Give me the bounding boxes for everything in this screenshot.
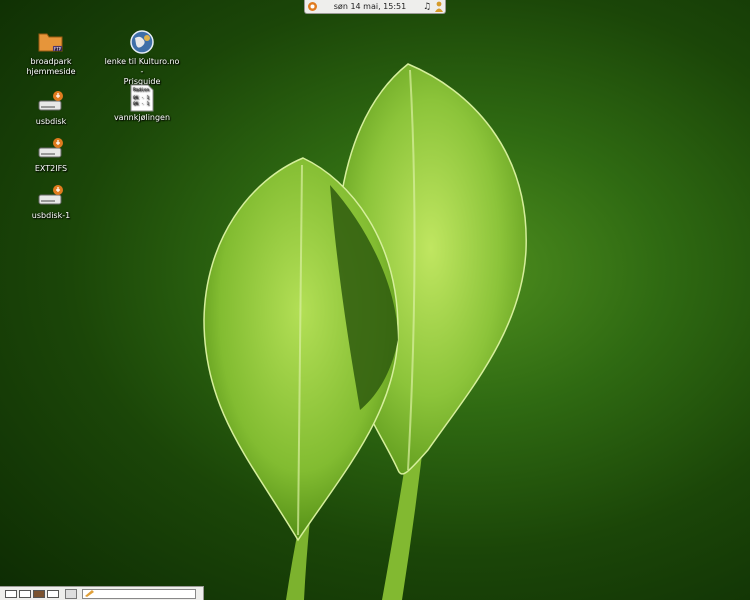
doc-line-2: 0K - 1	[133, 95, 150, 101]
taskbar-launcher[interactable]	[82, 588, 196, 599]
desktop-icon-vannkjolingen[interactable]: Radien 0K - 1 0K - 1 vannkjølingen	[102, 84, 182, 123]
ubuntu-logo-icon[interactable]	[305, 0, 319, 13]
desktop-icon-label: broadpark hjemmeside	[26, 57, 76, 76]
removable-drive-icon	[37, 135, 65, 163]
music-note-icon[interactable]: ♫	[421, 0, 433, 13]
doc-line-1: Radien	[133, 87, 150, 93]
desktop-icon-broadpark[interactable]: FTP broadpark hjemmeside	[11, 28, 91, 77]
desktop-icon-usbdisk[interactable]: usbdisk	[11, 88, 91, 127]
desktop-icon-label: EXT2IFS	[34, 164, 68, 173]
ftp-folder-icon: FTP	[37, 28, 65, 56]
removable-drive-icon	[37, 88, 65, 116]
desktop-icon-label: lenke til Kulturo.no - Prisguide	[104, 57, 180, 86]
removable-drive-icon	[37, 182, 65, 210]
doc-line-3: 0K - 1	[133, 101, 150, 107]
panel-clock[interactable]: søn 14 mai, 15:51	[319, 2, 421, 11]
desktop-icon-kulturo[interactable]: lenke til Kulturo.no - Prisguide	[102, 28, 182, 87]
desktop-icon-label: usbdisk	[35, 117, 67, 126]
workspace-4-button[interactable]	[47, 589, 59, 598]
desktop-icon-label: usbdisk-1	[31, 211, 71, 220]
desktop-icon-usbdisk-1[interactable]: usbdisk-1	[11, 182, 91, 221]
text-document-icon: Radien 0K - 1 0K - 1	[128, 84, 156, 112]
workspace-1-button[interactable]	[5, 589, 17, 598]
show-desktop-icon[interactable]	[65, 588, 77, 599]
top-panel: søn 14 mai, 15:51 ♫	[304, 0, 446, 14]
web-globe-icon	[128, 28, 156, 56]
svg-text:FTP: FTP	[54, 47, 62, 52]
bottom-panel	[0, 586, 204, 600]
desktop-icon-ext2ifs[interactable]: EXT2IFS	[11, 135, 91, 174]
desktop-icon-label: vannkjølingen	[113, 113, 171, 122]
workspace-3-button[interactable]	[33, 589, 45, 598]
pencil-icon	[85, 590, 94, 597]
user-icon[interactable]	[433, 0, 445, 13]
workspace-2-button[interactable]	[19, 589, 31, 598]
